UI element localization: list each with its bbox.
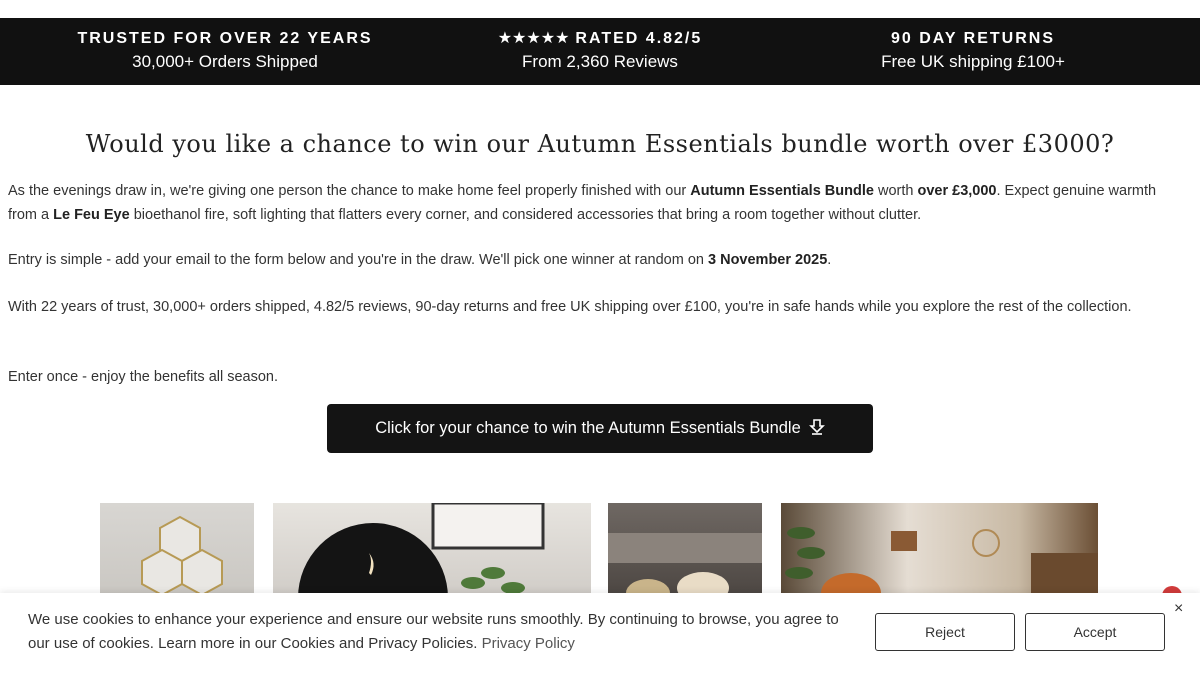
page-headline: Would you like a chance to win our Autum… (85, 130, 1115, 158)
privacy-policy-link[interactable]: Privacy Policy (482, 635, 575, 652)
trust-subtitle: From 2,360 Reviews (522, 52, 678, 71)
product-image-living-room[interactable] (781, 503, 1098, 603)
accept-cookies-button[interactable]: Accept (1025, 613, 1165, 651)
product-image-mirror[interactable] (100, 503, 254, 603)
trust-title: TRUSTED FOR OVER 22 YEARS (77, 30, 373, 47)
trust-bar: TRUSTED FOR OVER 22 YEARS 30,000+ Orders… (0, 18, 1200, 85)
trust-subtitle: 30,000+ Orders Shipped (132, 52, 318, 71)
trust-item-returns: 90 DAY RETURNS Free UK shipping £100+ (793, 29, 1153, 75)
product-image-lighting[interactable] (608, 503, 762, 603)
download-arrow-icon (808, 418, 825, 439)
cta-label: Click for your chance to win the Autumn … (375, 419, 801, 437)
trust-item-rating: ★★★★★ RATED 4.82/5 From 2,360 Reviews (420, 29, 780, 75)
enter-competition-button[interactable]: Click for your chance to win the Autumn … (327, 404, 873, 453)
trust-subtitle: Free UK shipping £100+ (881, 52, 1065, 71)
cookie-banner: We use cookies to enhance your experienc… (0, 593, 1200, 675)
product-image-fire[interactable] (273, 503, 591, 603)
trust-paragraph: With 22 years of trust, 30,000+ orders s… (8, 299, 1132, 315)
closing-paragraph: Enter once - enjoy the benefits all seas… (8, 369, 279, 385)
intro-paragraph: As the evenings draw in, we're giving on… (8, 183, 1157, 223)
rating-stars-icon: ★★★★★ (497, 30, 570, 47)
trust-item-years: TRUSTED FOR OVER 22 YEARS 30,000+ Orders… (45, 29, 405, 75)
cookie-message: We use cookies to enhance your experienc… (28, 611, 839, 652)
entry-paragraph: Entry is simple - add your email to the … (8, 252, 832, 268)
trust-title: RATED 4.82/5 (575, 30, 703, 47)
reject-cookies-button[interactable]: Reject (875, 613, 1015, 651)
close-icon[interactable]: × (1174, 600, 1183, 618)
trust-title: 90 DAY RETURNS (890, 30, 1056, 47)
